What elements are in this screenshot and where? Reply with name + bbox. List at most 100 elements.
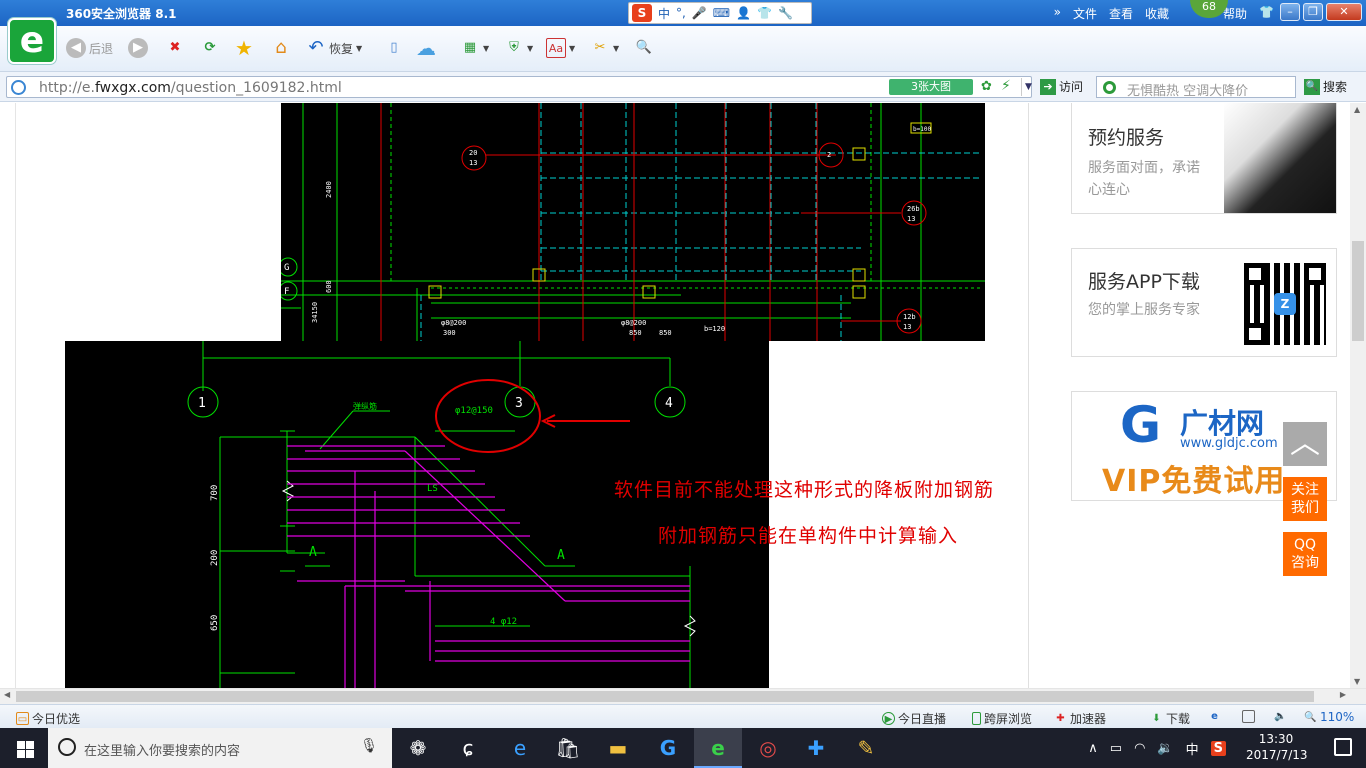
scroll-right-icon[interactable]: ▶ [1340,690,1346,699]
vertical-scroll-thumb[interactable] [1352,241,1364,341]
app-download-card[interactable]: 服务APP下载 您的掌上服务专家 Z [1071,248,1337,357]
menu-favorites[interactable]: 收藏 [1145,5,1169,22]
zoom-level-button[interactable]: 🔍 110% [1304,710,1354,724]
keyboard-icon[interactable]: ⌨ [713,6,730,20]
zoom-button[interactable]: 🔍 [634,36,654,60]
window-icon [1242,710,1255,723]
phone-button[interactable]: ▯ [384,36,404,60]
speed-icon[interactable]: ✿ [981,79,992,94]
today-live-button[interactable]: ▶ 今日直播 [882,710,946,727]
file-explorer-icon[interactable]: ▬ [594,728,642,768]
search-button[interactable]: 🔍 搜索 [1304,78,1347,95]
home-button[interactable]: ⌂ [271,36,291,60]
ime-punct[interactable]: °, [676,6,686,20]
restore-button[interactable]: ↶ 恢复 ▼ [306,36,362,60]
search-button-label: 搜索 [1323,80,1348,94]
taskbar-search[interactable]: 在这里输入你要搜索的内容 🎙 [48,728,392,768]
ie-button[interactable]: e [1208,710,1221,723]
notification-center-icon[interactable] [1334,738,1352,756]
wifi-icon[interactable]: ◠ [1134,741,1145,756]
translate-button[interactable]: Aa ▼ [546,36,575,60]
favorite-button[interactable]: ★ [234,36,254,60]
menu-file[interactable]: 文件 [1073,5,1097,22]
app-plus-icon[interactable]: ✚ [792,728,840,768]
follow-us-button[interactable]: 关注我们 [1283,477,1327,521]
security-button[interactable]: ⛨ ▼ [504,36,533,60]
user-icon[interactable]: 👤 [736,6,751,20]
maximize-button[interactable]: ❐ [1303,3,1323,21]
volume-icon[interactable]: 🔉 [1157,741,1173,756]
back-button[interactable]: ◀ 后退 [66,36,113,60]
mic-icon[interactable]: 🎤 [692,6,707,20]
chevron-down-icon: ▼ [613,43,620,53]
address-dropdown-icon[interactable]: ▼ [1021,78,1035,96]
app-swirl-icon[interactable]: ɕ [444,728,492,768]
cloud-button[interactable]: ☁ [416,36,436,60]
task-view-icon[interactable]: ❁ [394,728,442,768]
wrench-icon[interactable]: 🔧 [778,6,793,20]
horizontal-scroll-thumb[interactable] [16,691,1314,702]
search-engine-icon[interactable] [1103,81,1116,94]
scroll-left-icon[interactable]: ◀ [4,690,10,699]
shirt-icon[interactable]: 👕 [1259,5,1274,22]
scroll-down-icon[interactable]: ▼ [1354,677,1360,686]
svg-text:13: 13 [469,159,477,167]
appointment-card[interactable]: 预约服务 服务面对面，承诺心连心 [1071,103,1337,214]
glodon-app-icon[interactable]: G [644,728,692,768]
mic-icon[interactable]: 🎙 [360,738,378,754]
download-button[interactable]: ⬇ 下载 [1150,710,1190,727]
notes-app-icon[interactable]: ✎ [842,728,890,768]
search-box[interactable]: 无惧酷热 空调大降价 [1096,76,1296,99]
horizontal-scrollbar[interactable]: ◀ ▶ [0,688,1366,704]
translate-icon: Aa [546,38,566,58]
close-button[interactable]: ✕ [1326,3,1362,21]
visit-button[interactable]: ➔ 访问 [1040,78,1083,95]
lightning-icon[interactable]: ⚡ [1001,78,1011,94]
qq-consult-button[interactable]: QQ咨询 [1283,532,1327,576]
search-input[interactable]: 无惧酷热 空调大降价 [1127,80,1248,99]
refresh-button[interactable]: ⟳ [200,36,220,60]
back-label: 后退 [89,41,114,56]
360-browser-task-icon[interactable]: e [694,728,742,768]
vertical-scrollbar[interactable]: ▲ ▼ [1350,103,1366,688]
menu-expand-icon[interactable]: » [1054,5,1061,22]
big-image-button[interactable]: 3张大图 [889,79,973,95]
screenshot-button[interactable]: ✂ ▼ [590,36,620,60]
edge-browser-icon[interactable]: e [496,728,544,768]
browser-logo-icon[interactable]: e [8,18,56,64]
ime-toolbar[interactable]: S 中 °, 🎤 ⌨ 👤 👕 🔧 [628,2,812,24]
sogou-icon[interactable]: S [632,4,652,22]
cad-drawing-bottom: 1 3 4 φ12@150 弹纵筋 A A 4 φ12 LS 700 200 6… [65,341,769,688]
download-icon: ⬇ [1152,713,1161,724]
windows-taskbar: 在这里输入你要搜索的内容 🎙 ❁ ɕ e 🛍 ▬ G e ◎ ✚ ✎ ∧ ▭ ◠… [0,728,1366,768]
app-c-icon[interactable]: ◎ [744,728,792,768]
start-button[interactable] [0,728,48,768]
sogou-tray-icon[interactable]: S [1210,740,1226,756]
url-field[interactable]: http://e.fwxgx.com/question_1609182.html… [6,76,1032,98]
system-clock[interactable]: 13:30 2017/7/13 [1246,731,1308,763]
stop-button[interactable]: ✖ [165,36,185,60]
ime-indicator[interactable]: 中 [1186,739,1199,758]
minimize-button[interactable]: – [1280,3,1300,21]
go-arrow-icon: ➔ [1040,78,1056,95]
tray-expand-icon[interactable]: ∧ [1088,741,1098,756]
forward-button[interactable]: ▶ [128,36,148,60]
shield-icon: ⛨ [509,40,519,55]
menu-help[interactable]: 帮助 [1223,5,1247,22]
apps-button[interactable]: ▦ ▼ [460,36,489,60]
today-picks-button[interactable]: ▭ 今日优选 [16,710,80,727]
url-text[interactable]: http://e.fwxgx.com/question_1609182.html [39,80,342,96]
cross-screen-button[interactable]: 跨屏浏览 [972,710,1032,727]
ime-mode-label[interactable]: 中 [658,5,670,22]
skin-icon[interactable]: 👕 [757,6,772,20]
scroll-up-icon[interactable]: ▲ [1354,105,1360,114]
store-icon[interactable]: 🛍 [544,728,592,768]
menu-view[interactable]: 查看 [1109,5,1133,22]
back-to-top-button[interactable]: ︿ [1283,422,1327,466]
battery-icon[interactable]: ▭ [1110,741,1122,756]
window-button[interactable] [1242,710,1255,723]
accelerator-button[interactable]: ✚ 加速器 [1054,710,1106,727]
volume-button[interactable]: 🔈 [1274,710,1287,723]
window-title: 360安全浏览器 8.1 [66,7,177,21]
taskbar-search-input[interactable]: 在这里输入你要搜索的内容 [84,740,240,759]
